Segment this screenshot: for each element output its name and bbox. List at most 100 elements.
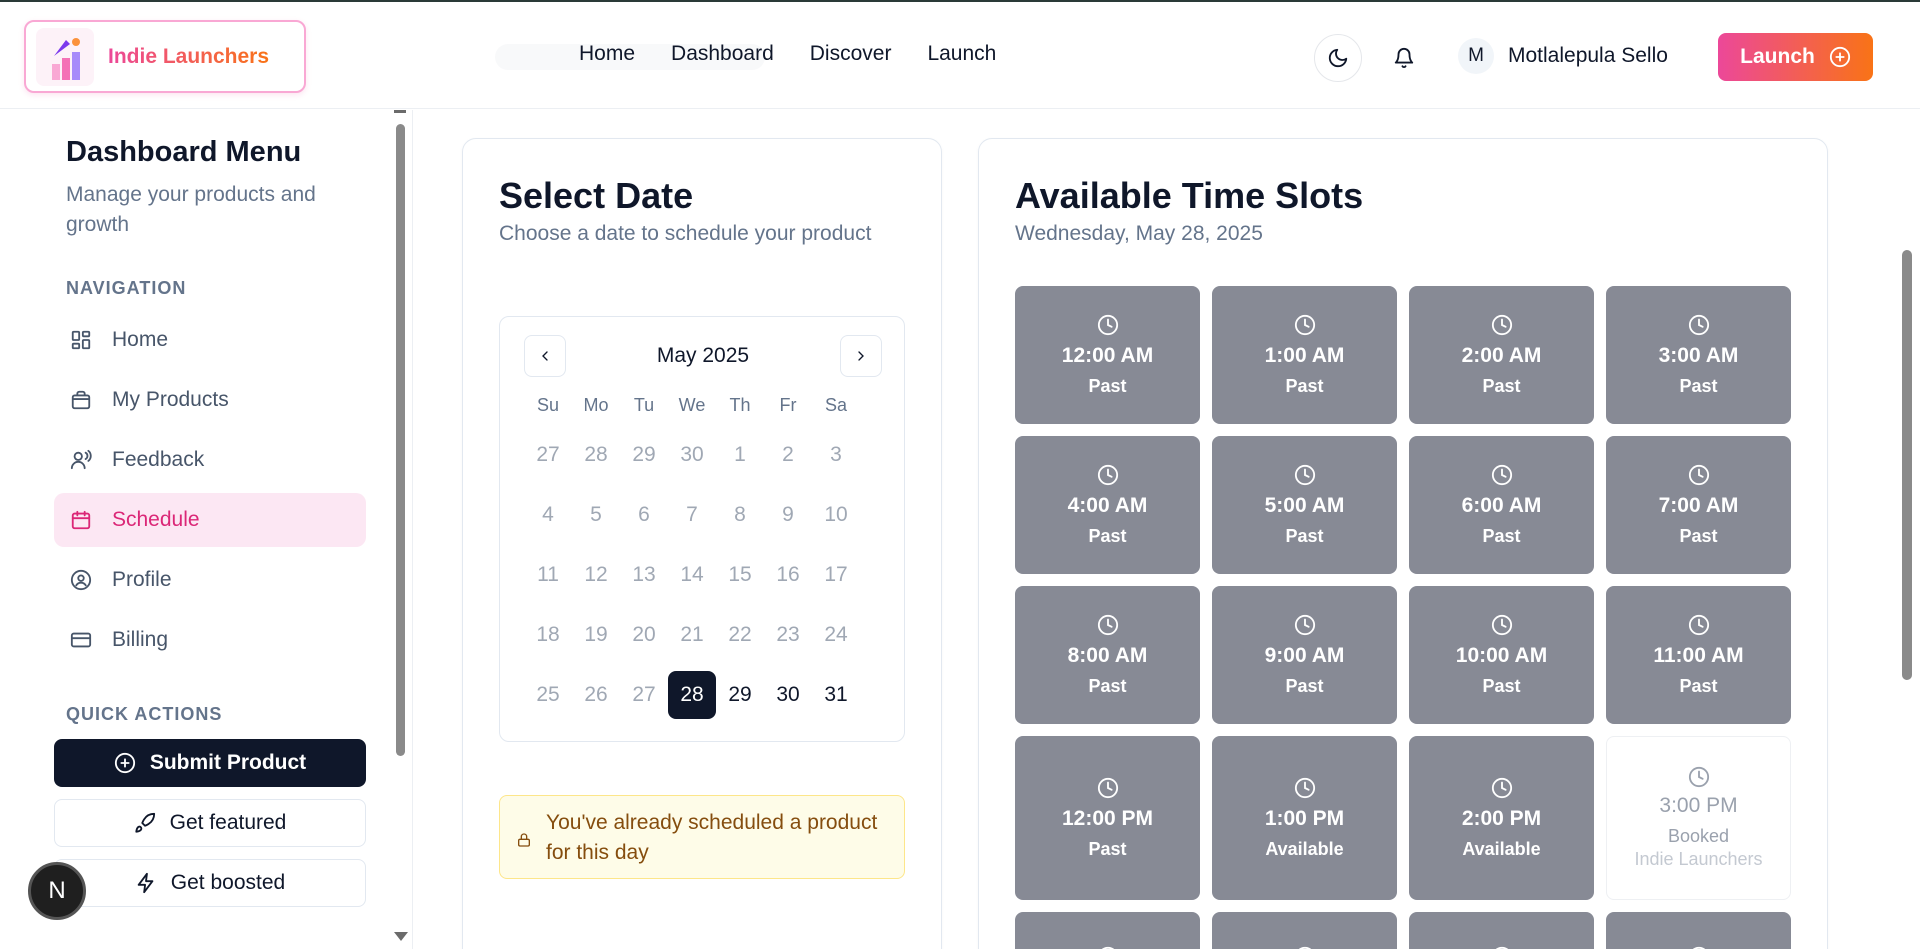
weekday-label: Sa: [824, 394, 848, 415]
time-slot-partial: [1212, 912, 1397, 949]
sidebar-scrollbar[interactable]: [396, 124, 405, 756]
time-slot-partial: [1409, 912, 1594, 949]
clock-icon: [1688, 464, 1709, 485]
time-slot: 1:00 AM Past: [1212, 286, 1397, 424]
submit-product-button[interactable]: Submit Product: [54, 739, 366, 787]
rocket-icon: [135, 812, 155, 833]
sidebar-scroll-up[interactable]: [394, 110, 406, 113]
nav-discover[interactable]: Discover: [810, 42, 892, 66]
slot-status: Past: [1088, 838, 1127, 859]
calendar-day: 18: [536, 623, 560, 646]
slot-time: 8:00 AM: [1067, 643, 1148, 667]
slot-time: 9:00 AM: [1264, 643, 1345, 667]
chevron-right-icon: [858, 351, 864, 361]
clock-icon: [1294, 777, 1315, 798]
calendar-day: 23: [776, 623, 800, 646]
time-slot[interactable]: 1:00 PM Available: [1212, 736, 1397, 900]
slot-status: Past: [1285, 525, 1324, 546]
clock-icon: [1491, 314, 1512, 335]
clock-icon: [1097, 614, 1118, 635]
get-featured-label: Get featured: [169, 811, 287, 834]
nextjs-dev-badge[interactable]: N: [28, 862, 86, 920]
time-slot-partial: [1015, 912, 1200, 949]
time-slot: 12:00 AM Past: [1015, 286, 1200, 424]
sidebar-scroll-down[interactable]: [394, 932, 408, 941]
clock-icon: [1688, 614, 1709, 635]
quick-actions-heading: QUICK ACTIONS: [66, 704, 223, 724]
slot-status: Past: [1088, 525, 1127, 546]
dashboard-sidebar: Dashboard Menu Manage your products and …: [0, 110, 413, 949]
sidebar-item-schedule[interactable]: Schedule: [54, 493, 366, 547]
nav-home[interactable]: Home: [579, 42, 635, 66]
user-name: Motlalepula Sello: [1508, 44, 1668, 67]
clock-icon: [1688, 766, 1709, 788]
sidebar-item-label: Billing: [112, 628, 169, 651]
calendar-day: 1: [734, 443, 746, 466]
calendar-day[interactable]: 29: [716, 671, 764, 719]
calendar-month-label: May 2025: [656, 344, 750, 367]
calendar-day: 13: [632, 563, 656, 586]
slot-time: 1:00 PM: [1264, 806, 1345, 830]
slot-time: 10:00 AM: [1455, 643, 1548, 667]
get-boosted-button[interactable]: Get boosted: [54, 859, 366, 907]
calendar-day: 27: [632, 683, 656, 706]
time-slot[interactable]: 2:00 PM Available: [1409, 736, 1594, 900]
nav-launch[interactable]: Launch: [927, 42, 996, 66]
get-featured-button[interactable]: Get featured: [54, 799, 366, 847]
nav-dashboard[interactable]: Dashboard: [671, 42, 774, 66]
weekday-label: We: [678, 394, 706, 415]
launch-button[interactable]: Launch: [1718, 33, 1873, 81]
clock-icon: [1294, 464, 1315, 485]
calendar-day: 7: [686, 503, 698, 526]
calendar-day[interactable]: 30: [764, 671, 812, 719]
weekday-label: Fr: [779, 394, 797, 415]
calendar-day: 21: [680, 623, 704, 646]
calendar-day: 9: [782, 503, 794, 526]
page-scrollbar[interactable]: [1902, 250, 1912, 680]
slot-time: 2:00 AM: [1461, 343, 1542, 367]
sidebar-item-my-products[interactable]: My Products: [54, 373, 366, 427]
time-slot: 11:00 AM Past: [1606, 586, 1791, 724]
submit-product-label: Submit Product: [149, 751, 307, 774]
calendar-grid: Su Mo Tu We Th Fr Sa 27 28 29 30 1 2 3 4 5 6 7 8 9 10 11 12 13 1…: [524, 391, 860, 719]
time-slot-partial: [1606, 912, 1791, 949]
slot-status: Past: [1285, 675, 1324, 696]
slot-status: Past: [1482, 675, 1521, 696]
calendar-day: 24: [824, 623, 848, 646]
slot-time: 1:00 AM: [1264, 343, 1345, 367]
calendar-day: 25: [536, 683, 560, 706]
next-month-button[interactable]: [839, 335, 882, 377]
calendar-day-selected[interactable]: 28: [668, 671, 716, 719]
time-slot: 6:00 AM Past: [1409, 436, 1594, 574]
calendar-header: May 2025: [524, 335, 882, 377]
prev-month-button[interactable]: [524, 335, 566, 377]
slot-status: Past: [1285, 375, 1324, 396]
clock-icon: [1097, 314, 1118, 335]
plus-circle-icon: [114, 752, 135, 774]
clock-icon: [1491, 777, 1512, 798]
time-slots-date: Wednesday, May 28, 2025: [1015, 222, 1263, 245]
theme-toggle-button[interactable]: [1314, 34, 1362, 82]
sidebar-item-feedback[interactable]: Feedback: [54, 433, 366, 487]
calendar-day: 3: [830, 443, 842, 466]
slot-status: Past: [1482, 375, 1521, 396]
calendar-day: 12: [584, 563, 608, 586]
sidebar-item-billing[interactable]: Billing: [54, 613, 366, 667]
slot-time: 12:00 AM: [1061, 343, 1154, 367]
notifications-button[interactable]: [1380, 34, 1428, 82]
user-menu[interactable]: M Motlalepula Sello: [1458, 38, 1668, 74]
credit-card-icon: [70, 632, 92, 648]
calendar-icon: [71, 510, 91, 530]
slot-status: Past: [1679, 675, 1718, 696]
sidebar-item-home[interactable]: Home: [54, 313, 366, 367]
time-slot: 9:00 AM Past: [1212, 586, 1397, 724]
slot-time: 3:00 AM: [1658, 343, 1739, 367]
notice-text: You've already scheduled a product for t…: [546, 811, 878, 864]
brand-logo[interactable]: Indie Launchers: [24, 20, 306, 93]
calendar-day: 4: [542, 503, 554, 526]
slot-time: 2:00 PM: [1461, 806, 1542, 830]
calendar-day[interactable]: 31: [812, 671, 860, 719]
sidebar-item-profile[interactable]: Profile: [54, 553, 366, 607]
slot-time: 5:00 AM: [1264, 493, 1345, 517]
slot-status: Booked: [1667, 826, 1730, 846]
